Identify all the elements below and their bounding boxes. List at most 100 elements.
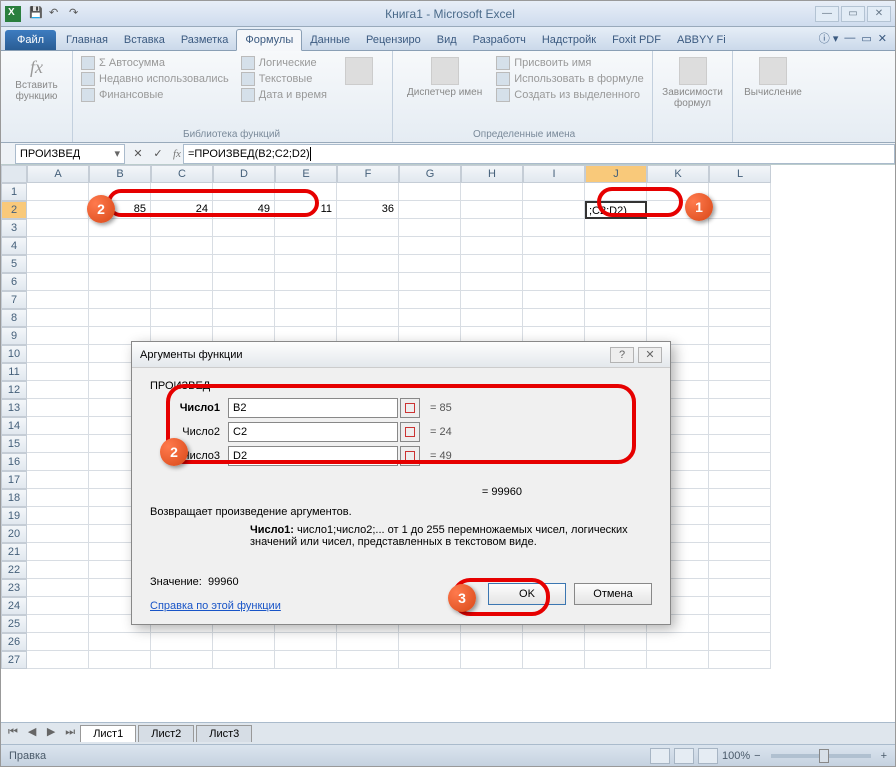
- col-header-K[interactable]: K: [647, 165, 709, 183]
- cell-A20[interactable]: [27, 525, 89, 543]
- dialog-help-button[interactable]: ?: [610, 347, 634, 363]
- cell-J8[interactable]: [585, 309, 647, 327]
- ref-select-button-2[interactable]: [400, 446, 420, 466]
- cell-A15[interactable]: [27, 435, 89, 453]
- cell-I4[interactable]: [523, 237, 585, 255]
- formula-input[interactable]: =ПРОИЗВЕД(B2;C2;D2): [183, 144, 895, 164]
- cell-A2[interactable]: [27, 201, 89, 219]
- row-header-1[interactable]: 1: [1, 183, 27, 201]
- cell-L8[interactable]: [709, 309, 771, 327]
- cell-A13[interactable]: [27, 399, 89, 417]
- cell-L27[interactable]: [709, 651, 771, 669]
- create-from-sel-button[interactable]: Создать из выделенного: [496, 87, 644, 103]
- arg-input-2[interactable]: [228, 446, 398, 466]
- cell-L17[interactable]: [709, 471, 771, 489]
- cell-L4[interactable]: [709, 237, 771, 255]
- cell-G2[interactable]: [399, 201, 461, 219]
- cell-B5[interactable]: [89, 255, 151, 273]
- cell-G26[interactable]: [399, 633, 461, 651]
- tab-formulas[interactable]: Формулы: [236, 29, 302, 51]
- cell-K7[interactable]: [647, 291, 709, 309]
- tab-review[interactable]: Рецензиро: [358, 30, 429, 50]
- cell-J5[interactable]: [585, 255, 647, 273]
- row-header-12[interactable]: 12: [1, 381, 27, 399]
- cell-K5[interactable]: [647, 255, 709, 273]
- row-header-8[interactable]: 8: [1, 309, 27, 327]
- row-header-11[interactable]: 11: [1, 363, 27, 381]
- cell-H1[interactable]: [461, 183, 523, 201]
- cell-L3[interactable]: [709, 219, 771, 237]
- cell-L25[interactable]: [709, 615, 771, 633]
- cell-F3[interactable]: [337, 219, 399, 237]
- ref-select-button-0[interactable]: [400, 398, 420, 418]
- cell-L22[interactable]: [709, 561, 771, 579]
- cell-H26[interactable]: [461, 633, 523, 651]
- sheet-tab-1[interactable]: Лист1: [80, 725, 136, 742]
- cell-L16[interactable]: [709, 453, 771, 471]
- cell-E6[interactable]: [275, 273, 337, 291]
- cell-E2[interactable]: 11: [275, 201, 337, 219]
- col-header-E[interactable]: E: [275, 165, 337, 183]
- cell-G27[interactable]: [399, 651, 461, 669]
- cell-L21[interactable]: [709, 543, 771, 561]
- formula-dep-button[interactable]: Зависимости формул: [661, 55, 724, 111]
- row-header-19[interactable]: 19: [1, 507, 27, 525]
- col-header-F[interactable]: F: [337, 165, 399, 183]
- cell-K26[interactable]: [647, 633, 709, 651]
- row-header-9[interactable]: 9: [1, 327, 27, 345]
- cell-A3[interactable]: [27, 219, 89, 237]
- cell-D26[interactable]: [213, 633, 275, 651]
- cell-L23[interactable]: [709, 579, 771, 597]
- tab-insert[interactable]: Вставка: [116, 30, 173, 50]
- cell-H5[interactable]: [461, 255, 523, 273]
- cell-J1[interactable]: [585, 183, 647, 201]
- tab-home[interactable]: Главная: [58, 30, 116, 50]
- tab-abbyy[interactable]: ABBYY Fi: [669, 30, 734, 50]
- cell-L12[interactable]: [709, 381, 771, 399]
- help-icon[interactable]: ⓘ ▾: [819, 30, 839, 46]
- row-header-16[interactable]: 16: [1, 453, 27, 471]
- row-header-7[interactable]: 7: [1, 291, 27, 309]
- cell-F6[interactable]: [337, 273, 399, 291]
- cell-A1[interactable]: [27, 183, 89, 201]
- dialog-help-link[interactable]: Справка по этой функции: [150, 600, 281, 612]
- cell-H27[interactable]: [461, 651, 523, 669]
- cell-L9[interactable]: [709, 327, 771, 345]
- row-header-22[interactable]: 22: [1, 561, 27, 579]
- datetime-button[interactable]: Дата и время: [241, 87, 327, 103]
- cell-J27[interactable]: [585, 651, 647, 669]
- cell-B27[interactable]: [89, 651, 151, 669]
- row-header-26[interactable]: 26: [1, 633, 27, 651]
- cell-I6[interactable]: [523, 273, 585, 291]
- cell-G1[interactable]: [399, 183, 461, 201]
- close-doc-icon[interactable]: ✕: [878, 32, 887, 45]
- cancel-button[interactable]: Отмена: [574, 583, 652, 605]
- first-sheet-icon[interactable]: ⏮: [5, 726, 21, 742]
- file-tab[interactable]: Файл: [5, 30, 56, 50]
- cell-A19[interactable]: [27, 507, 89, 525]
- min-ribbon-icon[interactable]: —: [844, 32, 855, 44]
- cell-H2[interactable]: [461, 201, 523, 219]
- cell-G4[interactable]: [399, 237, 461, 255]
- row-header-20[interactable]: 20: [1, 525, 27, 543]
- cell-B8[interactable]: [89, 309, 151, 327]
- cell-A6[interactable]: [27, 273, 89, 291]
- cell-L6[interactable]: [709, 273, 771, 291]
- cell-K8[interactable]: [647, 309, 709, 327]
- cell-F2[interactable]: 36: [337, 201, 399, 219]
- use-in-formula-button[interactable]: Использовать в формуле: [496, 71, 644, 87]
- sheet-tab-3[interactable]: Лист3: [196, 725, 252, 742]
- cell-A27[interactable]: [27, 651, 89, 669]
- cell-H8[interactable]: [461, 309, 523, 327]
- cell-L10[interactable]: [709, 345, 771, 363]
- row-header-25[interactable]: 25: [1, 615, 27, 633]
- normal-view-button[interactable]: [650, 748, 670, 764]
- col-header-H[interactable]: H: [461, 165, 523, 183]
- cell-A11[interactable]: [27, 363, 89, 381]
- cell-B4[interactable]: [89, 237, 151, 255]
- col-header-J[interactable]: J: [585, 165, 647, 183]
- cell-I7[interactable]: [523, 291, 585, 309]
- cell-C4[interactable]: [151, 237, 213, 255]
- cell-I8[interactable]: [523, 309, 585, 327]
- tab-layout[interactable]: Разметка: [173, 30, 237, 50]
